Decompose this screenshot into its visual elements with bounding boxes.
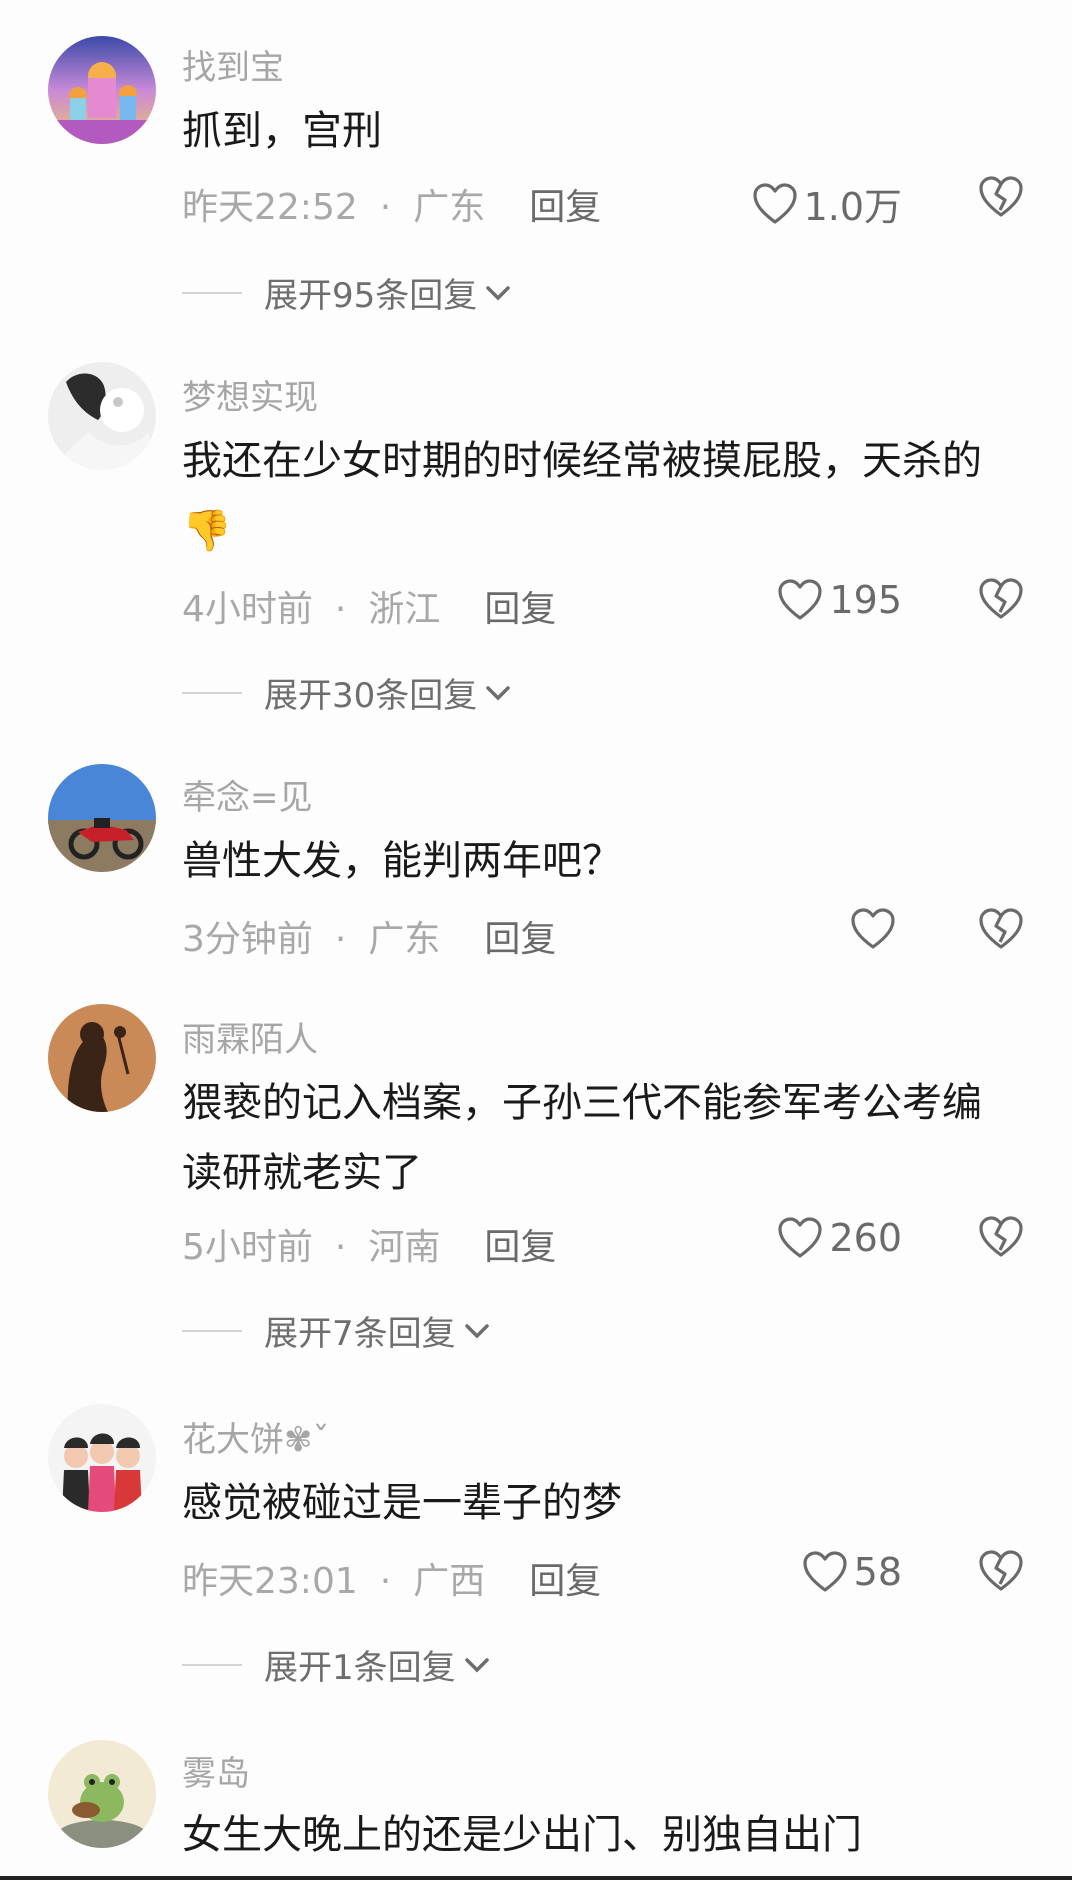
- broken-heart-icon: [979, 176, 1023, 217]
- comment-meta: 昨天23:01 · 广西 回复: [182, 1561, 602, 1602]
- comment-meta: 昨天22:52 · 广东 回复: [182, 187, 602, 228]
- username[interactable]: 雨霖陌人: [182, 1012, 318, 1061]
- broken-heart-icon: [979, 908, 1023, 949]
- broken-heart-icon: [979, 1550, 1023, 1591]
- expand-label: 展开7条回复: [264, 1314, 456, 1354]
- like-count: 58: [853, 1550, 902, 1594]
- username[interactable]: 梦想实现: [182, 370, 318, 419]
- like-button[interactable]: 260: [777, 1216, 902, 1260]
- like-button[interactable]: 195: [777, 578, 902, 622]
- chevron-down-icon: [464, 1323, 489, 1338]
- comment-location: 浙江: [368, 589, 441, 630]
- reply-button[interactable]: 回复: [529, 187, 601, 228]
- comment-location: 广东: [413, 187, 486, 228]
- reply-button[interactable]: 回复: [484, 919, 556, 960]
- like-button[interactable]: 58: [802, 1550, 902, 1594]
- expand-label: 展开1条回复: [264, 1648, 456, 1688]
- dislike-button[interactable]: [978, 1216, 1024, 1262]
- expand-label: 展开30条回复: [264, 676, 478, 716]
- avatar[interactable]: [48, 1740, 156, 1848]
- dislike-button[interactable]: [978, 578, 1024, 624]
- reply-button[interactable]: 回复: [484, 589, 556, 630]
- heart-outline-icon: [803, 1551, 847, 1592]
- heart-outline-icon: [778, 579, 823, 620]
- dislike-button[interactable]: [978, 176, 1024, 222]
- avatar[interactable]: [48, 362, 156, 470]
- expand-replies-button[interactable]: 展开7条回复: [182, 1306, 492, 1355]
- expand-replies-button[interactable]: 展开30条回复: [182, 668, 513, 717]
- flower-symbol: ✾ˇ: [284, 1420, 330, 1460]
- comment-meta: 3分钟前 · 广东 回复: [182, 919, 557, 960]
- username[interactable]: 雾岛: [182, 1746, 250, 1795]
- reply-button[interactable]: 回复: [529, 1561, 601, 1602]
- comment-location: 广西: [413, 1561, 486, 1602]
- reply-button[interactable]: 回复: [484, 1227, 556, 1268]
- heart-outline-icon: [752, 182, 797, 224]
- username-text: 花大饼: [182, 1420, 284, 1460]
- broken-heart-icon: [979, 578, 1023, 619]
- comment-time: 3分钟前: [182, 919, 313, 960]
- comment-time: 5小时前: [182, 1227, 313, 1268]
- comment-meta: 4小时前 · 浙江 回复: [182, 589, 557, 630]
- comment-text: 猥亵的记入档案，子孙三代不能参军考公考编读研就老实了: [182, 1080, 982, 1196]
- chevron-down-icon: [486, 685, 511, 700]
- comment-time: 昨天23:01: [182, 1561, 358, 1602]
- divider: [182, 291, 242, 294]
- divider: [182, 1329, 242, 1332]
- chevron-down-icon: [464, 1657, 489, 1672]
- username[interactable]: 牵念=见: [182, 770, 313, 819]
- like-count: 260: [829, 1216, 902, 1260]
- comment-location: 广东: [368, 919, 441, 960]
- comment-text: 女生大晚上的还是少出门、别独自出门: [182, 1812, 862, 1858]
- like-button[interactable]: 1.0万: [752, 176, 902, 231]
- dislike-button[interactable]: [978, 908, 1024, 954]
- comment-time: 昨天22:52: [182, 187, 358, 228]
- comment-time: 4小时前: [182, 589, 313, 630]
- divider: [182, 1663, 242, 1666]
- bottom-edge-bar: [0, 1876, 1072, 1880]
- broken-heart-icon: [979, 1216, 1023, 1257]
- expand-label: 展开95条回复: [264, 276, 478, 316]
- comment-text: 感觉被碰过是一辈子的梦: [182, 1480, 622, 1526]
- comment-text: 兽性大发，能判两年吧？: [182, 838, 622, 884]
- like-count: 1.0万: [803, 185, 902, 229]
- username[interactable]: 花大饼✾ˇ: [182, 1412, 330, 1461]
- comment-text-body: 我还在少女时期的时候经常被摸屁股，天杀的: [182, 438, 982, 484]
- divider: [182, 691, 242, 694]
- comment-location: 河南: [368, 1227, 441, 1268]
- comment-meta: 5小时前 · 河南 回复: [182, 1227, 557, 1268]
- username[interactable]: 找到宝: [182, 40, 284, 89]
- avatar[interactable]: [48, 36, 156, 144]
- chevron-down-icon: [486, 285, 511, 300]
- dislike-button[interactable]: [978, 1550, 1024, 1596]
- comment-text: 抓到，宫刑: [182, 108, 382, 154]
- like-button[interactable]: [850, 908, 902, 950]
- avatar[interactable]: [48, 1004, 156, 1112]
- heart-outline-icon: [851, 908, 895, 949]
- comment-text: 我还在少女时期的时候经常被摸屁股，天杀的 👎: [182, 426, 1012, 566]
- avatar[interactable]: [48, 1404, 156, 1512]
- expand-replies-button[interactable]: 展开95条回复: [182, 268, 513, 317]
- avatar[interactable]: [48, 764, 156, 872]
- expand-replies-button[interactable]: 展开1条回复: [182, 1640, 492, 1689]
- heart-outline-icon: [778, 1217, 823, 1258]
- like-count: 195: [829, 578, 902, 622]
- thumbs-down-emoji: 👎: [182, 508, 232, 554]
